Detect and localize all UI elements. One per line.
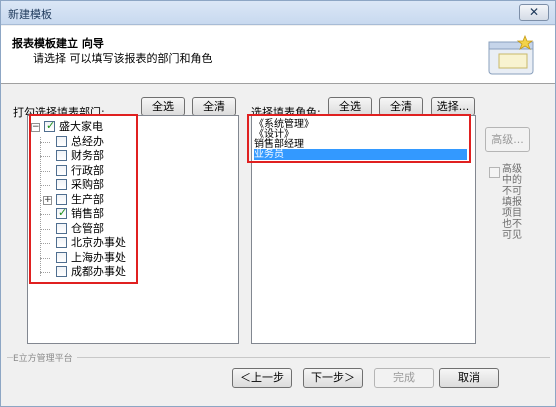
wizard-subtitle: 请选择 可以填写该报表的部门和角色 — [33, 52, 213, 65]
highlight-box-roles — [247, 114, 471, 163]
footer-divider — [7, 357, 550, 358]
close-button[interactable]: ✕ — [519, 4, 549, 21]
cancel-button[interactable]: 取消 — [439, 368, 499, 388]
advanced-hidden-label: 高级中的不可填报项目也不可见 — [502, 164, 522, 241]
window-title: 新建模板 — [8, 8, 52, 21]
dept-clear-all-button[interactable]: 全清 — [192, 97, 236, 116]
advanced-button[interactable]: 高级... — [485, 127, 530, 152]
wizard-title: 报表模板建立 向导 — [12, 37, 104, 50]
previous-button[interactable]: ＜上一步 — [232, 368, 292, 388]
brand-label: E立方管理平台 — [13, 351, 77, 364]
highlight-box-departments — [29, 114, 138, 284]
dialog-window: 新建模板 ✕ 报表模板建立 向导 请选择 可以填写该报表的部门和角色 打勾选择填… — [0, 0, 556, 407]
finish-button[interactable]: 完成 — [374, 368, 434, 388]
title-bar[interactable]: 新建模板 ✕ — [1, 1, 555, 25]
next-button[interactable]: 下一步＞ — [303, 368, 363, 388]
dept-select-all-button[interactable]: 全选 — [141, 97, 185, 116]
advanced-hidden-checkbox[interactable] — [489, 167, 500, 178]
wizard-header: 报表模板建立 向导 请选择 可以填写该报表的部门和角色 — [1, 26, 555, 84]
close-icon: ✕ — [528, 5, 540, 19]
wizard-icon — [488, 34, 534, 75]
